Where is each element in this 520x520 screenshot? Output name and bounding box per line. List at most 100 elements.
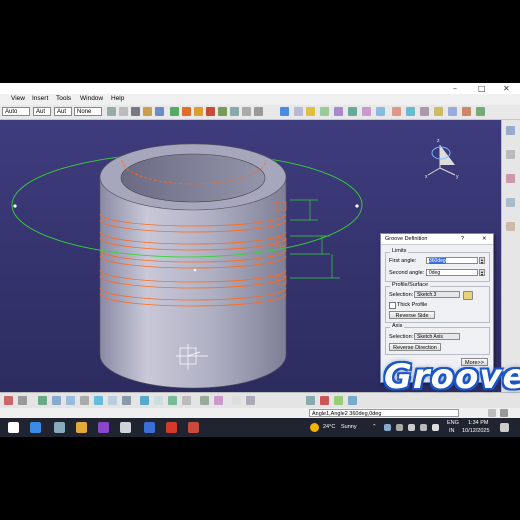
tool-icon-4[interactable] bbox=[143, 107, 152, 116]
taskbar-app-8-icon[interactable] bbox=[188, 422, 199, 433]
tool-icon-r5[interactable] bbox=[506, 222, 515, 231]
dialog-close-button[interactable]: ✕ bbox=[482, 236, 487, 242]
tool-icon-15[interactable] bbox=[294, 107, 303, 116]
tray-icon-3[interactable] bbox=[408, 424, 415, 431]
tool-icon-1[interactable] bbox=[107, 107, 116, 116]
second-angle-spinner[interactable]: ▴ ▾ bbox=[479, 269, 485, 277]
close-button[interactable]: ✕ bbox=[503, 84, 510, 93]
tool-icon-b4[interactable] bbox=[52, 396, 61, 405]
tool-icon-24[interactable] bbox=[420, 107, 429, 116]
tool-icon-b2[interactable] bbox=[18, 396, 27, 405]
clock-date[interactable]: 10/12/2025 bbox=[462, 428, 490, 434]
menu-help[interactable]: Help bbox=[111, 95, 124, 102]
tool-icon-17[interactable] bbox=[320, 107, 329, 116]
tool-icon-b12[interactable] bbox=[168, 396, 177, 405]
tool-icon-10[interactable] bbox=[218, 107, 227, 116]
tool-icon-16[interactable] bbox=[306, 107, 315, 116]
tool-icon-3[interactable] bbox=[131, 107, 140, 116]
profile-selection-field[interactable]: Sketch.3 bbox=[414, 291, 460, 298]
line-type-select[interactable]: Aut bbox=[33, 107, 51, 116]
tool-icon-b13[interactable] bbox=[182, 396, 191, 405]
tool-icon-b14[interactable] bbox=[200, 396, 209, 405]
tool-icon-b16[interactable] bbox=[232, 396, 241, 405]
catia-taskbar-icon[interactable] bbox=[120, 422, 131, 433]
tool-icon-20[interactable] bbox=[362, 107, 371, 116]
tool-icon-6[interactable] bbox=[170, 107, 179, 116]
reverse-direction-button[interactable]: Reverse Direction bbox=[389, 343, 441, 351]
tool-icon-b9[interactable] bbox=[122, 396, 131, 405]
menu-window[interactable]: Window bbox=[80, 95, 103, 102]
status-icon-1[interactable] bbox=[488, 409, 496, 417]
tool-icon-b19[interactable] bbox=[320, 396, 329, 405]
sketch-icon[interactable] bbox=[463, 291, 473, 300]
tool-icon-27[interactable] bbox=[462, 107, 471, 116]
tool-icon-b3[interactable] bbox=[38, 396, 47, 405]
tool-icon-8[interactable] bbox=[194, 107, 203, 116]
tool-icon-13[interactable] bbox=[254, 107, 263, 116]
taskbar-app-6-icon[interactable] bbox=[144, 422, 155, 433]
tool-icon-12[interactable] bbox=[242, 107, 251, 116]
menu-view[interactable]: View bbox=[11, 95, 25, 102]
tool-icon-5[interactable] bbox=[155, 107, 164, 116]
tool-icon-b20[interactable] bbox=[334, 396, 343, 405]
tool-icon-r4[interactable] bbox=[506, 198, 515, 207]
tool-icon-28[interactable] bbox=[476, 107, 485, 116]
clock-time[interactable]: 1:34 PM bbox=[468, 420, 488, 426]
tool-icon-b21[interactable] bbox=[348, 396, 357, 405]
thick-profile-checkbox[interactable] bbox=[389, 302, 396, 309]
tool-icon-2[interactable] bbox=[119, 107, 128, 116]
tray-icon-2[interactable] bbox=[396, 424, 403, 431]
weather-sun-icon[interactable] bbox=[310, 423, 319, 432]
tool-icon-r2[interactable] bbox=[506, 150, 515, 159]
tool-icon-14[interactable] bbox=[280, 107, 289, 116]
menu-tools[interactable]: Tools bbox=[56, 95, 71, 102]
first-angle-spinner[interactable]: ▴ ▾ bbox=[479, 257, 485, 265]
volume-icon[interactable] bbox=[432, 424, 439, 431]
tool-icon-b8[interactable] bbox=[108, 396, 117, 405]
tool-icon-26[interactable] bbox=[448, 107, 457, 116]
start-icon[interactable] bbox=[8, 422, 19, 433]
tool-icon-18[interactable] bbox=[334, 107, 343, 116]
render-style-select[interactable]: Auto bbox=[2, 107, 30, 116]
tool-icon-11[interactable] bbox=[230, 107, 239, 116]
tool-icon-b18[interactable] bbox=[306, 396, 315, 405]
tool-icon-19[interactable] bbox=[348, 107, 357, 116]
tool-icon-b6[interactable] bbox=[80, 396, 89, 405]
tool-icon-21[interactable] bbox=[376, 107, 385, 116]
tool-icon-22[interactable] bbox=[392, 107, 401, 116]
menu-insert[interactable]: Insert bbox=[32, 95, 48, 102]
tool-icon-b15[interactable] bbox=[214, 396, 223, 405]
tool-icon-b10[interactable] bbox=[140, 396, 149, 405]
taskbar-app-1-icon[interactable] bbox=[30, 422, 41, 433]
tool-icon-b1[interactable] bbox=[4, 396, 13, 405]
tool-icon-b5[interactable] bbox=[66, 396, 75, 405]
tool-icon-25[interactable] bbox=[434, 107, 443, 116]
taskbar-app-7-icon[interactable] bbox=[166, 422, 177, 433]
notification-icon[interactable] bbox=[500, 423, 509, 432]
tool-icon-r3[interactable] bbox=[506, 174, 515, 183]
tool-icon-b11[interactable] bbox=[154, 396, 163, 405]
maximize-button[interactable]: □ bbox=[478, 84, 486, 93]
tool-icon-r1[interactable] bbox=[506, 126, 515, 135]
status-icon-2[interactable] bbox=[500, 409, 508, 417]
axis-selection-field[interactable]: Sketch Axis bbox=[414, 333, 460, 340]
tray-icon-1[interactable] bbox=[384, 424, 391, 431]
tray-chevron-icon[interactable]: ⌃ bbox=[372, 424, 377, 430]
reverse-side-button[interactable]: Reverse Side bbox=[389, 311, 435, 319]
line-weight-select[interactable]: Aut bbox=[54, 107, 72, 116]
dialog-help-button[interactable]: ? bbox=[461, 236, 464, 242]
first-angle-field[interactable]: 360deg bbox=[426, 257, 478, 264]
chrome-icon[interactable] bbox=[76, 422, 87, 433]
cylinder-model[interactable] bbox=[99, 143, 287, 389]
layer-select[interactable]: None bbox=[74, 107, 102, 116]
compass-icon[interactable]: x y z bbox=[425, 138, 459, 180]
command-input[interactable]: Angle1,Angle2 360deg,0deg bbox=[309, 409, 459, 417]
tool-icon-b7[interactable] bbox=[94, 396, 103, 405]
tool-icon-9[interactable] bbox=[206, 107, 215, 116]
taskbar-app-2-icon[interactable] bbox=[54, 422, 65, 433]
taskbar-app-4-icon[interactable] bbox=[98, 422, 109, 433]
tool-icon-23[interactable] bbox=[406, 107, 415, 116]
tool-icon-b17[interactable] bbox=[246, 396, 255, 405]
second-angle-field[interactable]: 0deg bbox=[426, 269, 478, 276]
tool-icon-7[interactable] bbox=[182, 107, 191, 116]
